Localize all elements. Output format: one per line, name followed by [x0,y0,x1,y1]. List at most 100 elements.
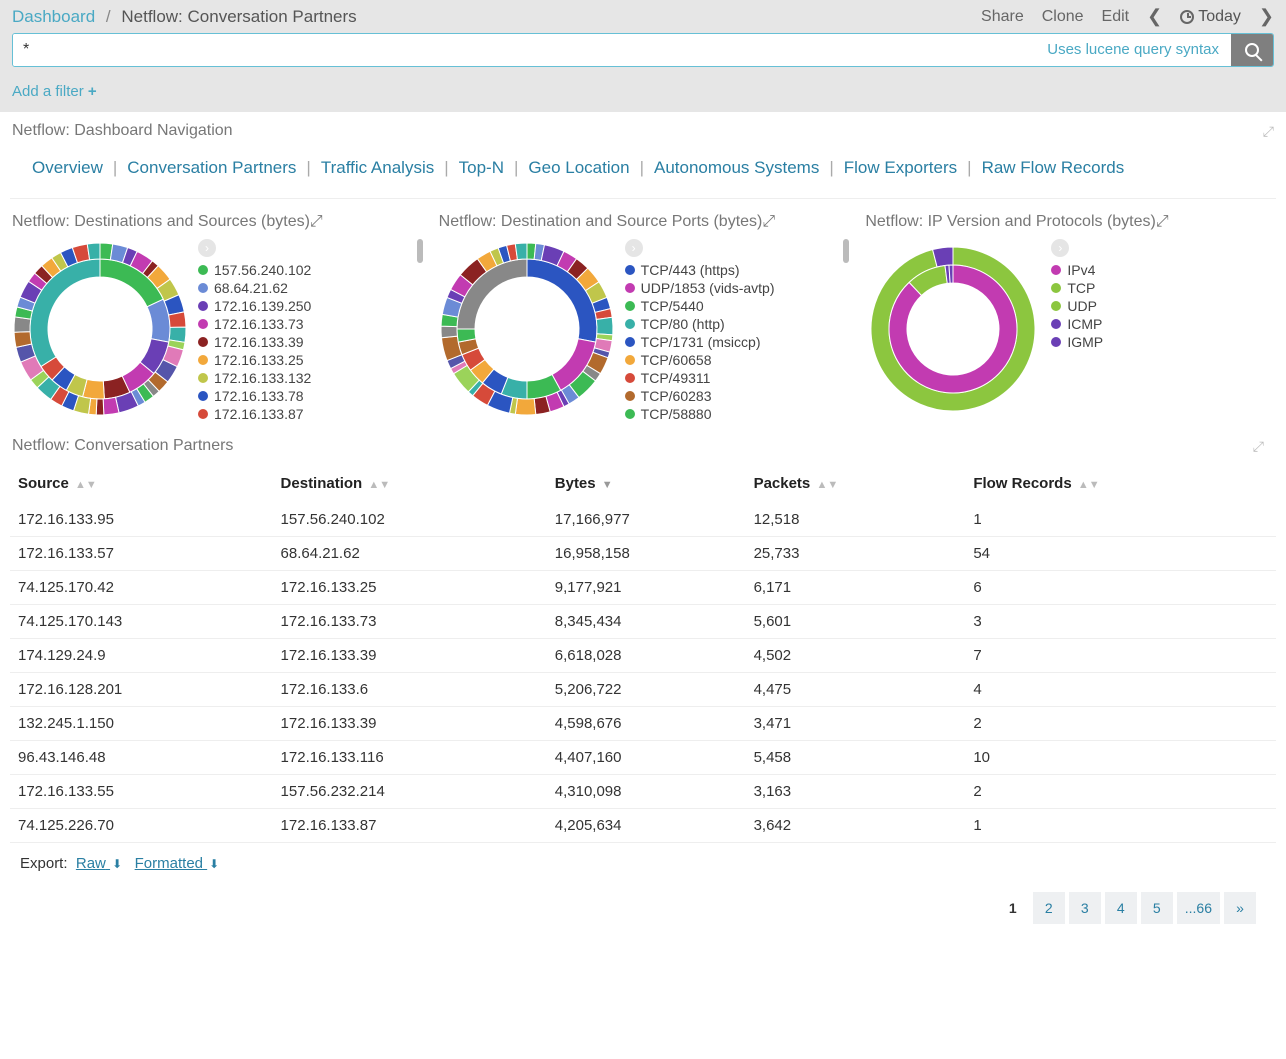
table-panel-title: Netflow: Conversation Partners [12,437,233,455]
table-cell: 10 [965,741,1276,775]
expand-icon[interactable] [1156,213,1169,231]
export-raw-link[interactable]: Raw [76,855,122,872]
legend-item[interactable]: TCP/1731 (msiccp) [625,333,832,351]
legend-swatch [1051,319,1061,329]
legend-item[interactable]: 172.16.133.87 [198,405,405,423]
breadcrumb-current: Netflow: Conversation Partners [121,7,356,26]
legend-next-icon[interactable]: › [198,239,216,257]
column-header[interactable]: Source ▲▼ [10,465,273,503]
legend-scroll-thumb[interactable] [843,239,849,263]
nav-link[interactable]: Geo Location [528,158,629,177]
legend-item[interactable]: TCP/60658 [625,351,832,369]
nav-link[interactable]: Autonomous Systems [654,158,819,177]
add-filter-button[interactable]: Add a filter + [12,83,97,100]
page-button[interactable]: 1 [997,892,1029,924]
legend-item[interactable]: TCP [1051,279,1276,297]
expand-icon[interactable] [1263,123,1274,140]
legend-item[interactable]: 172.16.133.73 [198,315,405,333]
column-header[interactable]: Destination ▲▼ [273,465,547,503]
expand-icon[interactable] [762,213,775,231]
clone-button[interactable]: Clone [1042,8,1084,26]
search-row: Uses lucene query syntax [0,33,1286,73]
expand-icon[interactable] [310,213,323,231]
filter-bar: Add a filter + [0,73,1286,112]
legend-item[interactable]: TCP/58880 [625,405,832,423]
table-cell: 172.16.133.116 [273,741,547,775]
legend-item[interactable]: 172.16.133.132 [198,369,405,387]
column-header[interactable]: Packets ▲▼ [746,465,966,503]
nav-link[interactable]: Overview [32,158,103,177]
page-button[interactable]: ...66 [1177,892,1220,924]
time-next-icon[interactable]: ❯ [1259,6,1274,27]
page-button[interactable]: 3 [1069,892,1101,924]
legend-label: 172.16.133.78 [214,388,304,404]
legend-item[interactable]: 68.64.21.62 [198,279,405,297]
table-cell: 172.16.133.57 [10,537,273,571]
legend-next-icon[interactable]: › [625,239,643,257]
legend-item[interactable]: 172.16.133.78 [198,387,405,405]
legend-item[interactable]: ICMP [1051,315,1276,333]
table-row: 172.16.133.55157.56.232.2144,310,0983,16… [10,775,1276,809]
legend-label: IGMP [1067,334,1103,350]
legend-item[interactable]: TCP/60283 [625,387,832,405]
table-cell: 2 [965,707,1276,741]
page-button[interactable]: 2 [1033,892,1065,924]
legend-label: 172.16.133.73 [214,316,304,332]
search-button[interactable] [1231,34,1273,66]
legend-item[interactable]: 172.16.133.25 [198,351,405,369]
nav-link[interactable]: Conversation Partners [127,158,296,177]
column-header[interactable]: Bytes ▼ [547,465,746,503]
legend-item[interactable]: TCP/49311 [625,369,832,387]
table-cell: 6 [965,571,1276,605]
donut-ports[interactable] [437,239,617,419]
column-header[interactable]: Flow Records ▲▼ [965,465,1276,503]
time-picker[interactable]: Today [1180,8,1241,26]
table-cell: 6,171 [746,571,966,605]
legend-item[interactable]: TCP/5440 [625,297,832,315]
page-button[interactable]: 4 [1105,892,1137,924]
vis-title-dest-src: Netflow: Destinations and Sources (bytes… [12,213,310,231]
legend-swatch [625,355,635,365]
table-cell: 172.16.133.73 [273,605,547,639]
export-formatted-link[interactable]: Formatted [135,855,220,872]
donut-proto[interactable] [863,239,1043,419]
top-actions: Share Clone Edit ❮ Today ❯ [981,6,1274,27]
legend-item[interactable]: UDP [1051,297,1276,315]
top-bar: Dashboard / Netflow: Conversation Partne… [0,0,1286,33]
table-cell: 3,163 [746,775,966,809]
legend-next-icon[interactable]: › [1051,239,1069,257]
table-cell: 172.16.133.6 [273,673,547,707]
legend-label: ICMP [1067,316,1102,332]
legend-item[interactable]: 172.16.133.39 [198,333,405,351]
page-button[interactable]: » [1224,892,1256,924]
legend-item[interactable]: 157.56.240.102 [198,261,405,279]
legend-item[interactable]: 172.16.139.250 [198,297,405,315]
legend-ports: › TCP/443 (https)UDP/1853 (vids-avtp)TCP… [625,239,832,423]
nav-panel-title-row: Netflow: Dashboard Navigation [0,112,1286,144]
search-input[interactable] [13,34,1035,66]
legend-label: TCP/58880 [641,406,712,422]
query-syntax-hint[interactable]: Uses lucene query syntax [1035,34,1231,66]
table-cell: 5,206,722 [547,673,746,707]
donut-dest-src[interactable] [10,239,190,419]
table-cell: 2 [965,775,1276,809]
time-prev-icon[interactable]: ❮ [1147,6,1162,27]
legend-label: TCP/443 (https) [641,262,740,278]
expand-icon[interactable] [1253,438,1264,455]
nav-link[interactable]: Traffic Analysis [321,158,434,177]
nav-link[interactable]: Flow Exporters [844,158,957,177]
breadcrumb-root[interactable]: Dashboard [12,7,95,26]
legend-item[interactable]: TCP/443 (https) [625,261,832,279]
legend-item[interactable]: IPv4 [1051,261,1276,279]
legend-item[interactable]: UDP/1853 (vids-avtp) [625,279,832,297]
legend-item[interactable]: IGMP [1051,333,1276,351]
legend-label: 68.64.21.62 [214,280,288,296]
edit-button[interactable]: Edit [1102,8,1130,26]
legend-item[interactable]: TCP/80 (http) [625,315,832,333]
legend-scroll-thumb[interactable] [417,239,423,263]
table-cell: 4,598,676 [547,707,746,741]
nav-link[interactable]: Top-N [459,158,504,177]
share-button[interactable]: Share [981,8,1024,26]
page-button[interactable]: 5 [1141,892,1173,924]
nav-link[interactable]: Raw Flow Records [982,158,1125,177]
